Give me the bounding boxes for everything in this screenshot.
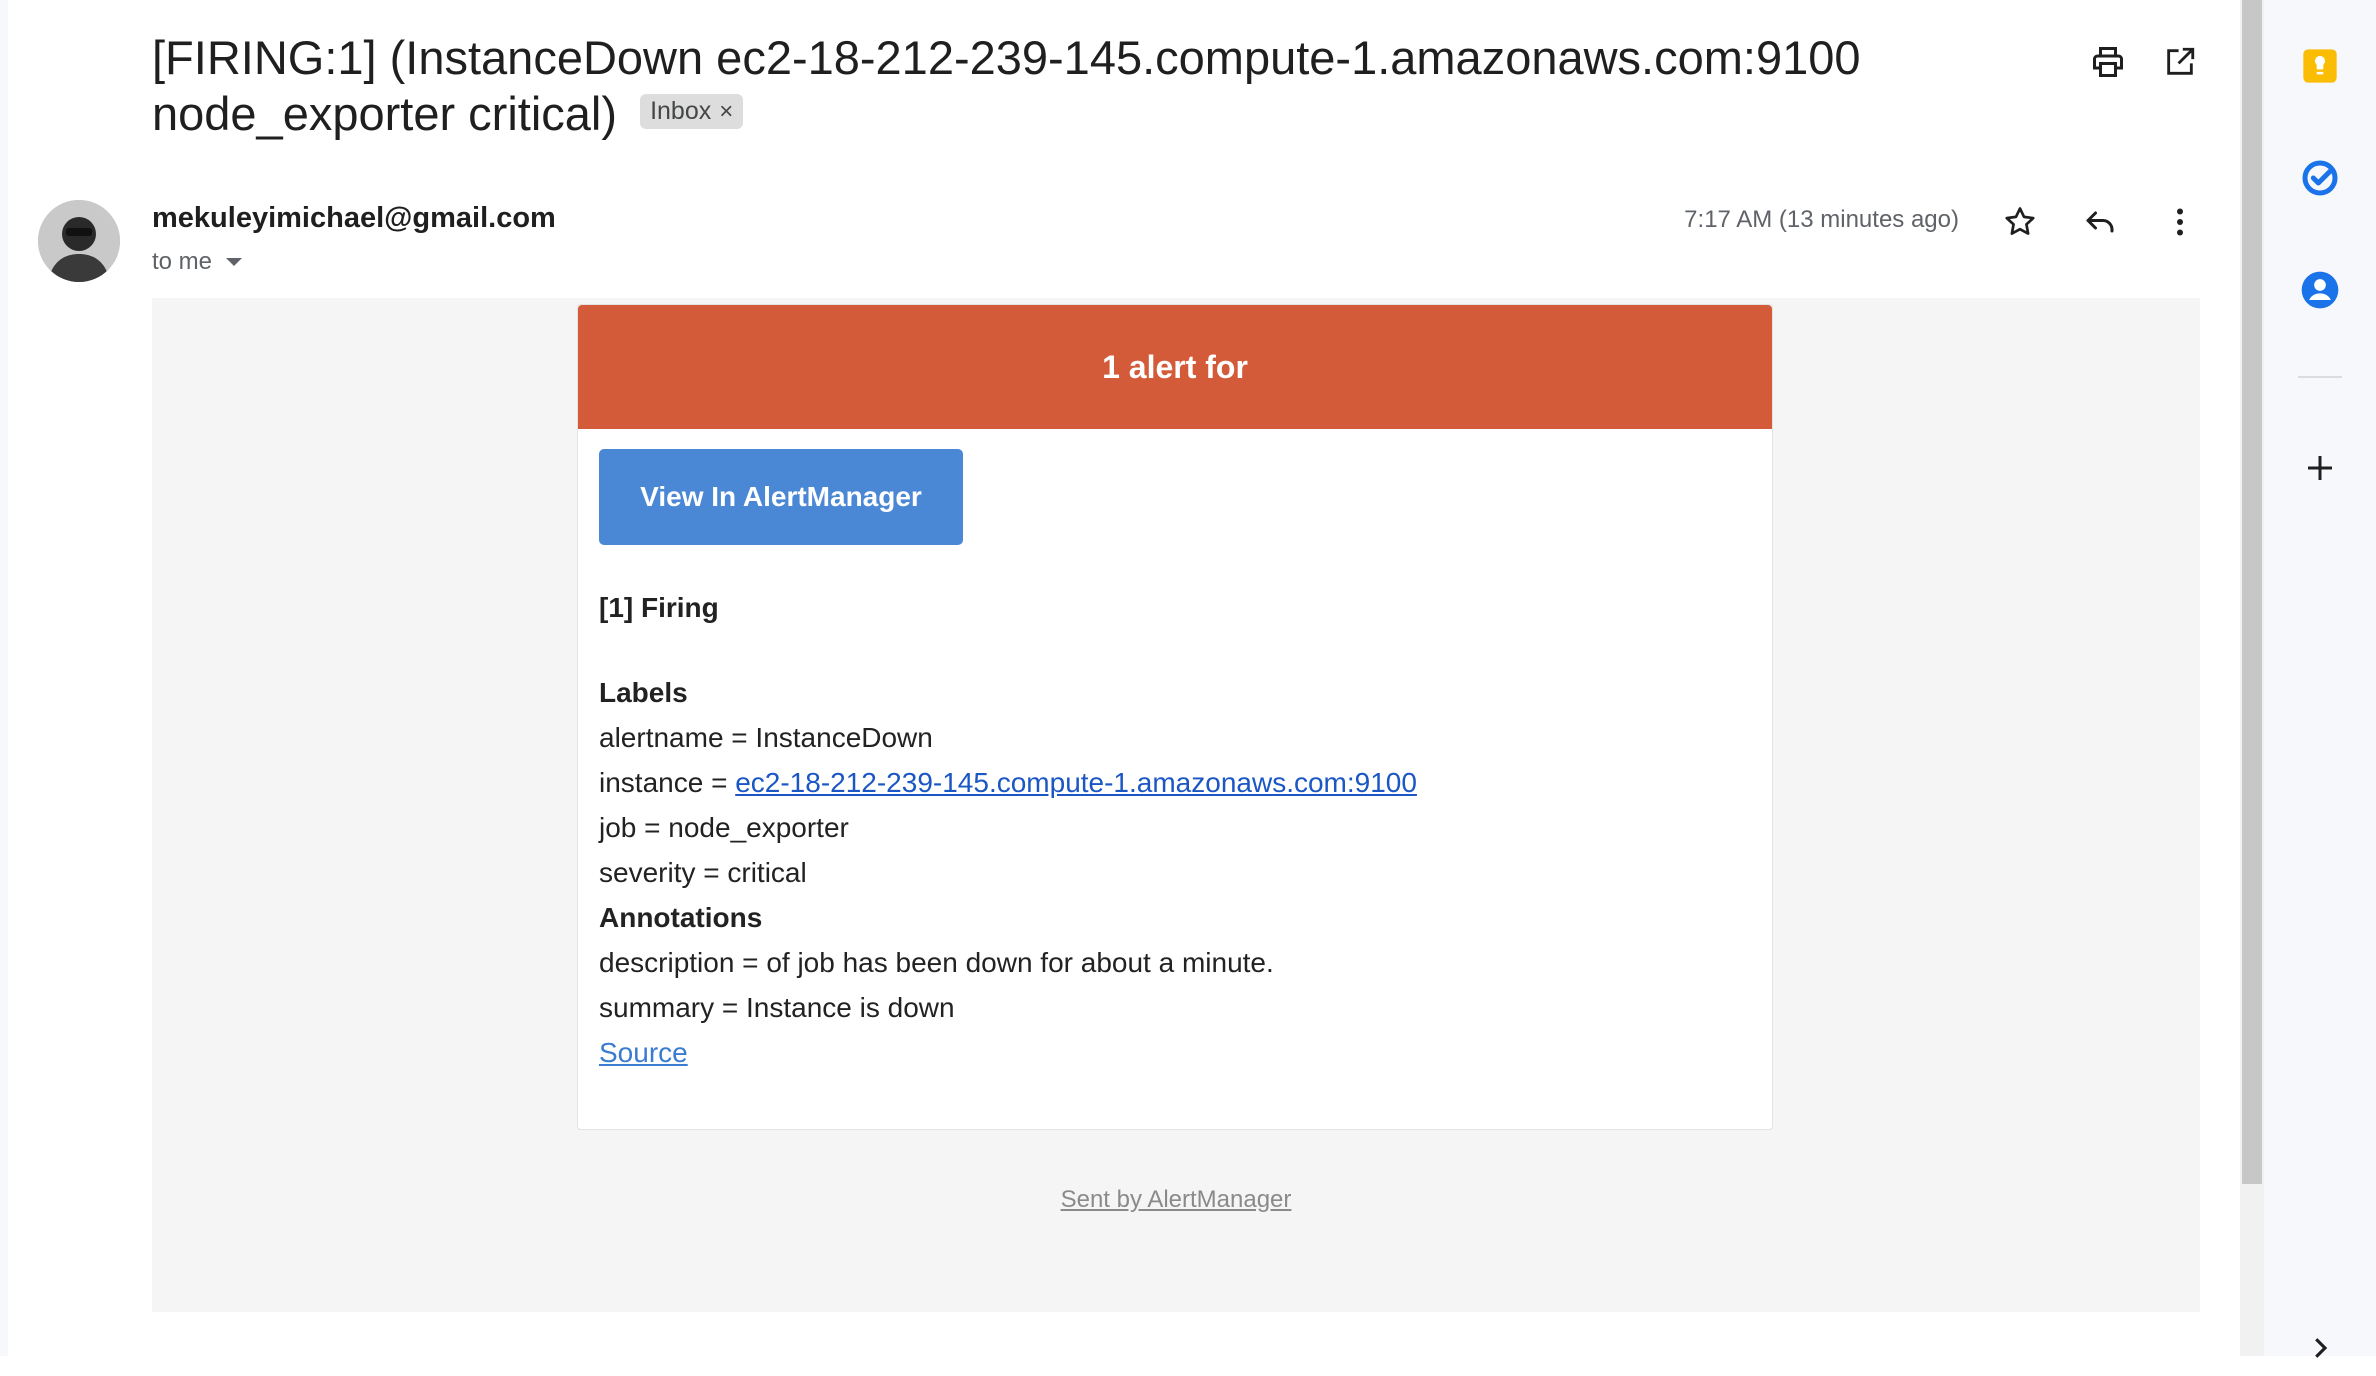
source-link[interactable]: Source (599, 1037, 688, 1068)
star-button[interactable] (1990, 192, 2050, 252)
avatar-image (38, 200, 120, 282)
chevron-right-icon (2315, 1338, 2328, 1358)
tasks-button[interactable] (2292, 150, 2348, 206)
keep-icon (2303, 49, 2337, 83)
show-details-chevron-icon[interactable] (226, 258, 243, 266)
get-addons-button[interactable] (2292, 440, 2348, 496)
label-instance: instance = ec2-18-212-239-145.compute-1.… (599, 760, 1417, 805)
sender-email: mekuleyimichael@gmail.com (152, 202, 556, 234)
expand-side-panel-button[interactable] (2292, 1320, 2348, 1376)
more-options-button[interactable] (2150, 192, 2210, 252)
sent-by-alertmanager-link[interactable]: Sent by AlertManager (1061, 1186, 1292, 1213)
firing-count: [1] Firing (599, 592, 719, 623)
alert-card: 1 alert for View In AlertManager [1] Fir… (577, 304, 1773, 1130)
labels-heading: Labels (599, 677, 688, 708)
inbox-label-chip[interactable]: Inbox × (640, 94, 744, 130)
chip-label: Inbox (650, 97, 712, 126)
recipient-line: to me (152, 248, 243, 276)
label-severity: severity = critical (599, 857, 807, 888)
sender-avatar[interactable] (38, 200, 120, 282)
annotations-heading: Annotations (599, 902, 763, 933)
email-subject: [FIRING:1] (InstanceDown ec2-18-212-239-… (152, 30, 2052, 142)
recipient-text: to me (152, 248, 213, 275)
label-job: job = node_exporter (599, 812, 849, 843)
alert-banner: 1 alert for (578, 305, 1772, 429)
email-footer: Sent by AlertManager (152, 1186, 2200, 1214)
message-timestamp: 7:17 AM (13 minutes ago) (1684, 206, 1959, 233)
instance-link[interactable]: ec2-18-212-239-145.compute-1.amazonaws.c… (735, 767, 1417, 798)
more-vert-icon (2177, 208, 2183, 236)
view-in-alertmanager-button[interactable]: View In AlertManager (599, 449, 963, 545)
label-instance-prefix: instance = (599, 767, 736, 798)
reply-button[interactable] (2070, 192, 2130, 252)
label-alertname: alertname = InstanceDown (599, 722, 933, 753)
open-in-new-window-button[interactable] (2150, 32, 2210, 92)
open-in-new-icon (2167, 47, 2195, 75)
scrollbar-thumb[interactable] (2242, 0, 2262, 1184)
annotation-description: description = of job has been down for a… (599, 947, 1274, 978)
tasks-icon (2302, 160, 2338, 196)
email-body: 1 alert for View In AlertManager [1] Fir… (152, 298, 2200, 1312)
annotation-summary: summary = Instance is down (599, 992, 955, 1023)
print-icon (2093, 47, 2123, 77)
print-button[interactable] (2078, 32, 2138, 92)
star-icon (2005, 207, 2035, 235)
contacts-icon (2301, 271, 2339, 309)
subject-text: [FIRING:1] (InstanceDown ec2-18-212-239-… (152, 31, 1861, 140)
reply-icon (2086, 211, 2114, 233)
alert-details: [1] Firing Labels alertname = InstanceDo… (599, 585, 1417, 1075)
side-panel-divider (2298, 376, 2342, 378)
chip-close-icon[interactable]: × (719, 98, 733, 125)
left-edge (0, 0, 8, 1356)
add-icon (2308, 456, 2332, 480)
keep-button[interactable] (2292, 38, 2348, 94)
contacts-button[interactable] (2292, 262, 2348, 318)
